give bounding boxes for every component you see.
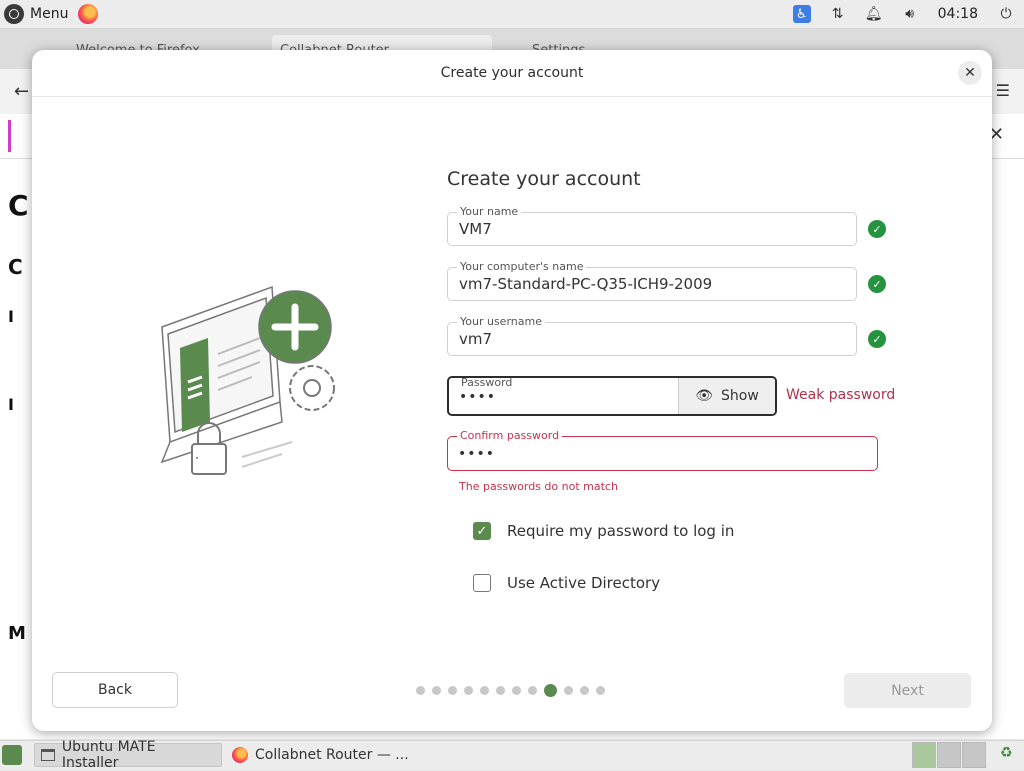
- window-icon: [41, 749, 55, 761]
- create-account-dialog: Create your account ✕ Create your accoun…: [32, 50, 992, 731]
- eye-icon: 👁︎: [695, 388, 713, 404]
- name-label: Your name: [457, 205, 522, 219]
- taskbar-item-label: Collabnet Router — ...: [255, 747, 409, 763]
- top-panel: Menu ♿ ⇅ 🔔︎ 🔊︎ 04:18 ⏻: [0, 0, 1024, 29]
- main-menu[interactable]: Menu: [0, 4, 99, 24]
- computer-name-valid-icon: ✓: [868, 275, 886, 293]
- progress-dot: [580, 686, 589, 695]
- show-desktop-icon[interactable]: [2, 745, 22, 765]
- username-field[interactable]: Your username vm7: [447, 315, 857, 356]
- progress-dot: [496, 686, 505, 695]
- progress-dots: [416, 684, 605, 697]
- progress-dot-current: [544, 684, 557, 697]
- password-mismatch-error: The passwords do not match: [459, 480, 618, 493]
- workspace-3[interactable]: [962, 742, 986, 768]
- progress-dot: [416, 686, 425, 695]
- password-field[interactable]: Password •••• 👁︎ Show: [447, 376, 777, 416]
- dialog-title: Create your account: [440, 65, 584, 81]
- account-illustration: [160, 285, 335, 475]
- menu-label: Menu: [30, 6, 69, 22]
- password-value: ••••: [459, 389, 497, 405]
- computer-name-label: Your computer's name: [457, 260, 587, 274]
- username-valid-icon: ✓: [868, 330, 886, 348]
- volume-icon[interactable]: 🔊︎: [892, 0, 928, 28]
- clock[interactable]: 04:18: [928, 6, 988, 22]
- show-password-label: Show: [721, 388, 759, 404]
- accessibility-icon[interactable]: ♿: [784, 0, 820, 28]
- name-valid-icon: ✓: [868, 220, 886, 238]
- trash-icon[interactable]: ♻: [1000, 745, 1018, 763]
- progress-dot: [448, 686, 457, 695]
- network-icon[interactable]: ⇅: [820, 0, 856, 28]
- notification-accent: [8, 120, 11, 152]
- progress-dot: [432, 686, 441, 695]
- confirm-password-label: Confirm password: [457, 429, 563, 443]
- progress-dot: [480, 686, 489, 695]
- name-field[interactable]: Your name VM7: [447, 205, 857, 246]
- progress-dot: [564, 686, 573, 695]
- progress-dot: [596, 686, 605, 695]
- active-directory-label[interactable]: Use Active Directory: [507, 574, 660, 592]
- firefox-icon: [232, 747, 248, 763]
- require-password-checkbox[interactable]: ✓: [473, 522, 491, 540]
- bottom-panel: Ubuntu MATE Installer Collabnet Router —…: [0, 739, 1024, 771]
- back-arrow-icon[interactable]: ←: [14, 81, 29, 102]
- bg-heading: C: [8, 255, 23, 279]
- bg-heading: C: [8, 189, 29, 222]
- dialog-header: Create your account ✕: [32, 50, 992, 97]
- password-label: Password: [458, 378, 516, 389]
- progress-dot: [528, 686, 537, 695]
- taskbar-item-installer[interactable]: Ubuntu MATE Installer: [34, 739, 222, 771]
- checkmark-icon: ✓: [476, 523, 488, 539]
- back-button[interactable]: Back: [52, 672, 178, 708]
- password-strength: Weak password: [786, 387, 896, 403]
- confirm-password-field[interactable]: Confirm password ••••: [447, 429, 878, 471]
- require-password-label[interactable]: Require my password to log in: [507, 522, 734, 540]
- computer-name-field[interactable]: Your computer's name vm7-Standard-PC-Q35…: [447, 260, 857, 301]
- progress-dot: [512, 686, 521, 695]
- progress-dot: [464, 686, 473, 695]
- show-password-button[interactable]: 👁︎ Show: [678, 378, 775, 414]
- taskbar-item-browser[interactable]: Collabnet Router — ...: [226, 743, 446, 767]
- active-directory-checkbox[interactable]: [473, 574, 491, 592]
- ubuntu-logo-icon: [4, 4, 24, 24]
- bg-heading: I: [8, 307, 14, 326]
- bg-heading: M: [8, 623, 26, 644]
- close-button[interactable]: ✕: [958, 61, 982, 85]
- username-value: vm7: [459, 330, 493, 348]
- notification-bell-icon[interactable]: 🔔︎: [856, 0, 892, 28]
- bg-heading: I: [8, 395, 14, 414]
- taskbar-item-label: Ubuntu MATE Installer: [61, 739, 156, 771]
- close-icon: ✕: [964, 65, 976, 81]
- next-button[interactable]: Next: [844, 673, 971, 708]
- hamburger-menu-icon[interactable]: ☰: [996, 81, 1010, 100]
- name-value: VM7: [459, 220, 492, 238]
- workspace-1[interactable]: [912, 742, 936, 768]
- workspace-2[interactable]: [937, 742, 961, 768]
- power-icon[interactable]: ⏻: [988, 0, 1024, 28]
- firefox-launcher-icon[interactable]: [78, 4, 99, 24]
- username-label: Your username: [457, 315, 545, 329]
- computer-name-value: vm7-Standard-PC-Q35-ICH9-2009: [459, 275, 713, 293]
- confirm-password-value: ••••: [458, 446, 496, 462]
- form-title: Create your account: [447, 168, 641, 190]
